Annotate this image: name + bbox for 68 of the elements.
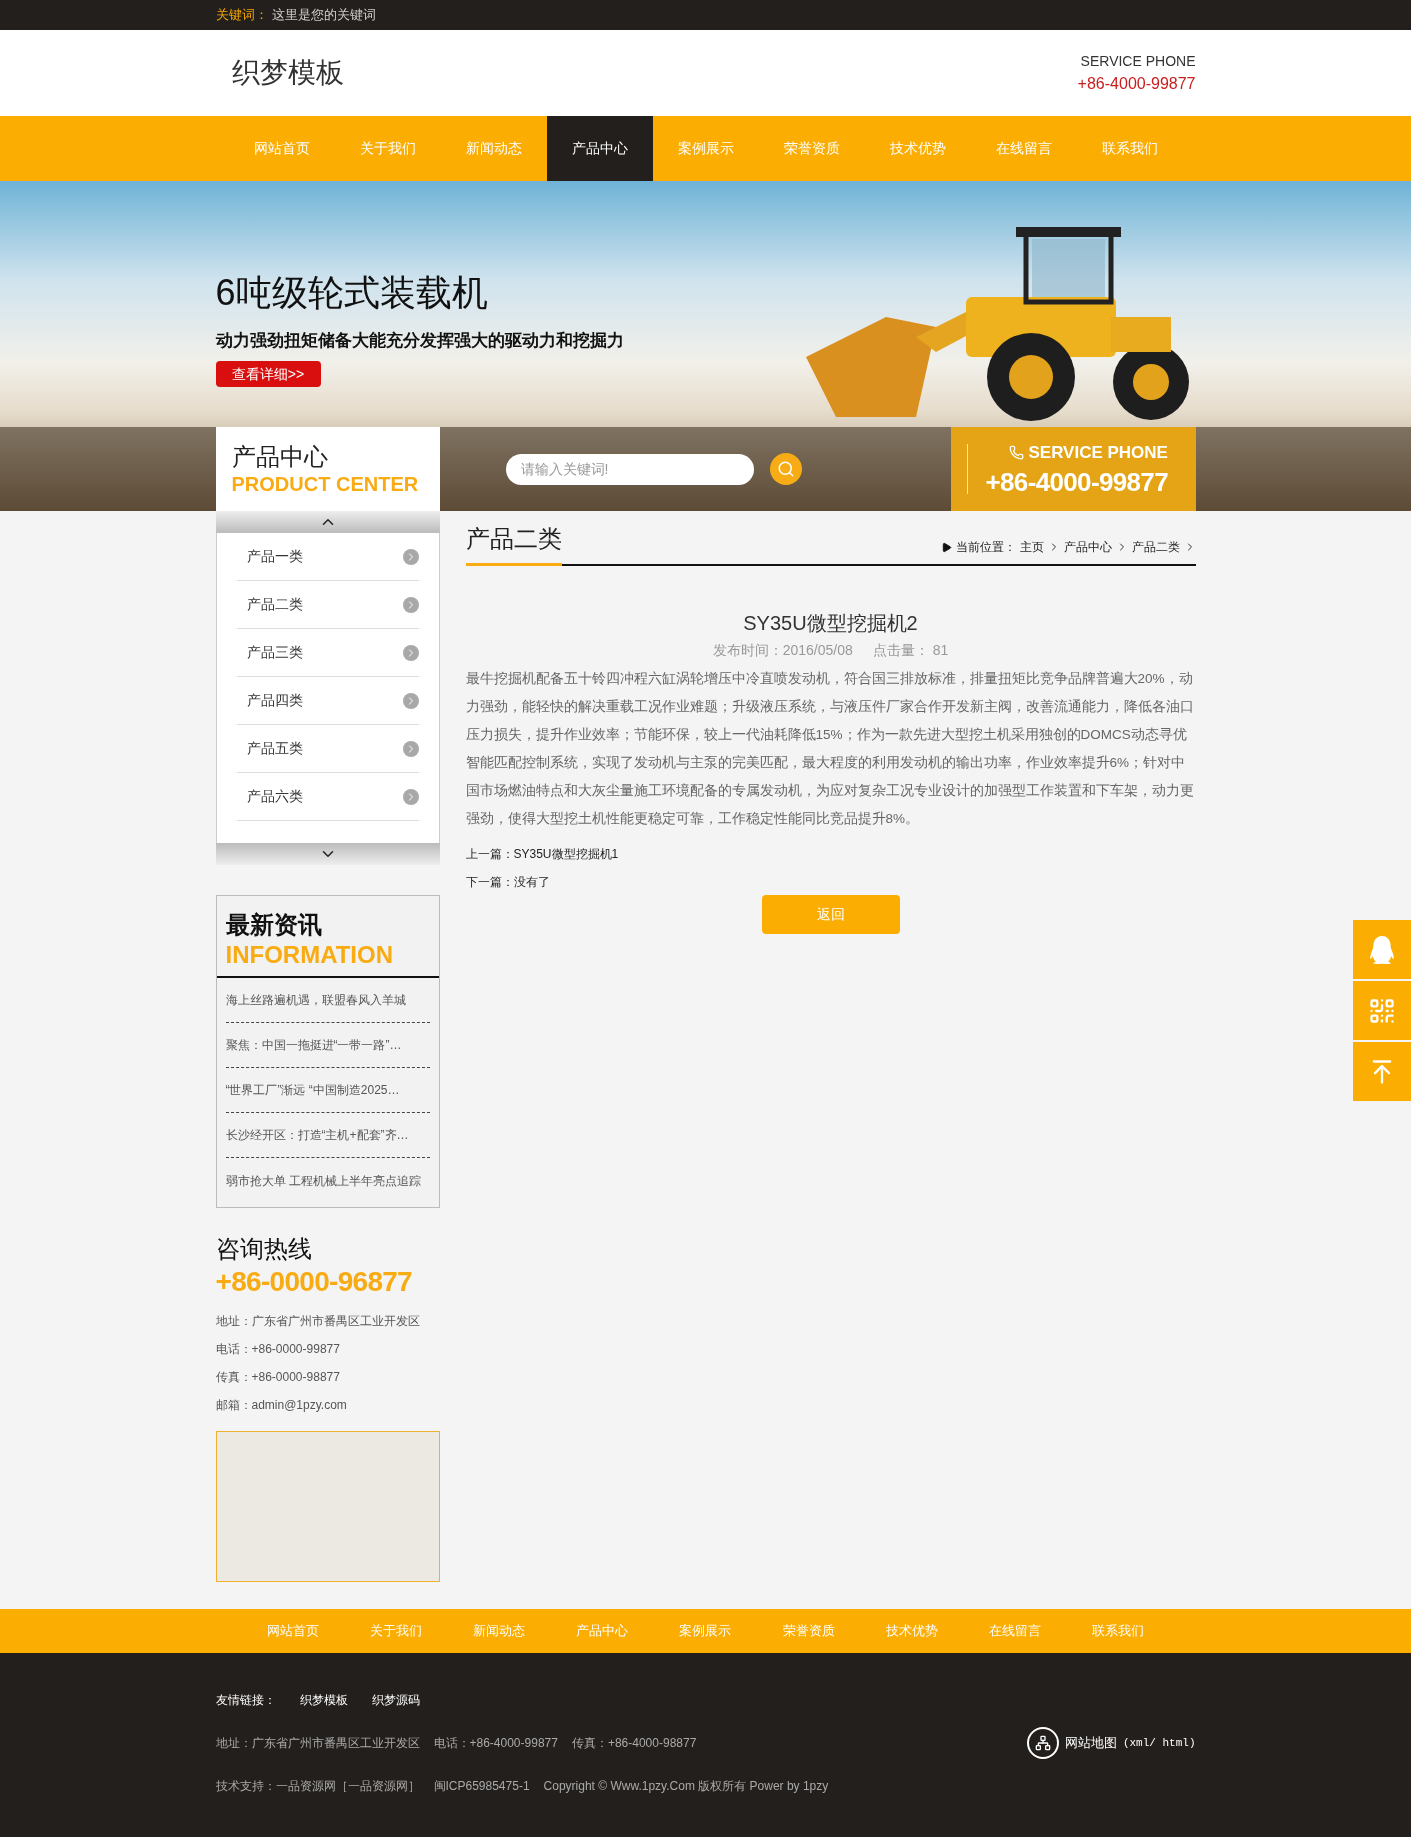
contact-line: 地址：广东省广州市番禺区工业开发区: [215, 1313, 421, 1330]
footer-info: 传真：+86-4000-98877: [571, 1735, 697, 1752]
breadcrumb-label: 当前位置：: [955, 539, 1016, 556]
site-logo[interactable]: 织梦模板: [231, 52, 344, 94]
keyword-text: 这里是您的关键词: [271, 6, 376, 25]
map-placeholder[interactable]: [215, 1431, 440, 1582]
news-title: 最新资讯: [225, 910, 323, 940]
footer-support: 闽ICP65985475-1: [433, 1778, 530, 1795]
hotline-title: 咨询热线: [215, 1234, 313, 1264]
section-heading: 产品二类: [465, 521, 562, 566]
phone-icon: [1009, 445, 1025, 461]
previous-article-link[interactable]: 上一篇：SY35U微型挖掘机1: [465, 845, 1196, 863]
contact-line: 传真：+86-0000-98877: [215, 1369, 341, 1386]
contact-line: 邮箱：admin@1pzy.com: [215, 1397, 348, 1414]
banner-subtitle: 动力强劲扭矩储备大能充分发挥强大的驱动力和挖掘力: [215, 329, 624, 352]
sitemap-icon: [1026, 1727, 1059, 1759]
news-subtitle: INFORMATION: [225, 940, 395, 970]
product-center-title: 产品中心: [231, 441, 329, 472]
next-article-link[interactable]: 下一篇：没有了: [465, 873, 1196, 891]
qq-button[interactable]: [1353, 920, 1411, 979]
category-item[interactable]: 产品三类: [236, 629, 419, 677]
article-meta: 发布时间：2016/05/08: [712, 641, 853, 660]
news-link[interactable]: “世界工厂”渐远 “中国制造2025…: [225, 1081, 400, 1099]
category-item[interactable]: 产品四类: [236, 677, 419, 725]
friend-link[interactable]: 织梦源码: [371, 1691, 420, 1709]
article-title: SY35U微型挖掘机2: [742, 611, 919, 636]
scroll-up-bar[interactable]: [215, 511, 440, 533]
qr-code-icon: [1368, 996, 1396, 1025]
sitemap-formats: (xml/ html): [1122, 1735, 1196, 1751]
search-field[interactable]: 请输入关键词!: [505, 453, 754, 485]
news-link[interactable]: 弱市抢大单 工程机械上半年亮点追踪: [225, 1171, 421, 1190]
friend-link[interactable]: 织梦模板: [299, 1691, 348, 1709]
keyword-label: 关键词：: [215, 6, 268, 25]
service-phone-label: SERVICE PHONE: [1028, 442, 1168, 464]
penguin-icon: [1368, 935, 1396, 964]
scroll-down-bar[interactable]: [215, 843, 440, 865]
friend-links-label: 友情链接：: [215, 1692, 276, 1709]
category-item[interactable]: 产品六类: [236, 773, 419, 821]
service-phone-number: +86-4000-99877: [985, 465, 1168, 498]
category-item[interactable]: 产品五类: [236, 725, 419, 773]
contact-line: 电话：+86-0000-99877: [215, 1341, 341, 1358]
service-phone-label: SERVICE PHONE: [1080, 51, 1196, 71]
footer-support: 技术支持：一品资源网［一品资源网］: [215, 1778, 420, 1795]
news-link[interactable]: 海上丝路遍机遇，联盟春风入羊城: [225, 991, 406, 1009]
banner-details-button[interactable]: 查看详细>>: [215, 361, 321, 387]
product-center-subtitle: PRODUCT CENTER: [231, 471, 420, 497]
breadcrumb-link[interactable]: 产品中心: [1063, 538, 1112, 556]
hotline-number: +86-0000-96877: [215, 1265, 413, 1299]
nav-link[interactable]: 产品中心: [546, 116, 653, 181]
service-phone-number: +86-4000-99877: [1077, 73, 1196, 94]
play-icon: [940, 541, 952, 553]
search-button[interactable]: [769, 453, 802, 485]
category-item[interactable]: 产品一类: [236, 533, 419, 581]
article-meta: 点击量： 81: [872, 641, 949, 660]
back-to-top-button[interactable]: [1353, 1042, 1411, 1101]
news-link[interactable]: 聚焦：中国一拖挺进“一带一路”…: [225, 1036, 402, 1054]
search-icon: [776, 460, 795, 478]
footer-info: 地址：广东省广州市番禺区工业开发区: [215, 1735, 420, 1752]
category-item[interactable]: 产品二类: [236, 581, 419, 629]
footer-info: 电话：+86-4000-99877: [433, 1735, 558, 1752]
qr-code-button[interactable]: [1353, 981, 1411, 1040]
banner-title: 6吨级轮式装载机: [215, 270, 489, 315]
footer-support: Copyright © Www.1pzy.Com 版权所有 Power by 1pzy: [543, 1778, 829, 1795]
news-link[interactable]: 长沙经开区：打造“主机+配套”齐…: [225, 1126, 409, 1144]
sitemap-link[interactable]: 网站地图: [1064, 1733, 1117, 1753]
article-body: 最牛挖掘机配备五十铃四冲程六缸涡轮增压中冷直喷发动机，符合国三排放标准，排量扭矩比竞争品牌普遍大20%，动力强劲，能轻快的解决重载工况作业难题；升级液压系统，与液压件厂家合作开发新主阀，改善流通能力，降低各油口压力损失，提升作业效率；节能环保，较上一代油耗降低15%；作为一款先进大型挖土机采用独创的DOMCS动态寻优智能匹配控制系统，实现了发动机与主泵的完美匹配，最大程度的利用发动机的输出功率，作业效率提升6%；针对中国市场燃油特点和大灰尘量施工环境配备的专属发动机，为应对复杂工况专业设计的加强型工作装置和下车架，动力更强劲，使得大型挖土机性能更稳定可靠，工作稳定性能同比竞品提升8%。: [465, 670, 1195, 828]
breadcrumb-link[interactable]: 主页: [1019, 538, 1044, 556]
breadcrumb-link[interactable]: 产品二类: [1131, 538, 1180, 556]
